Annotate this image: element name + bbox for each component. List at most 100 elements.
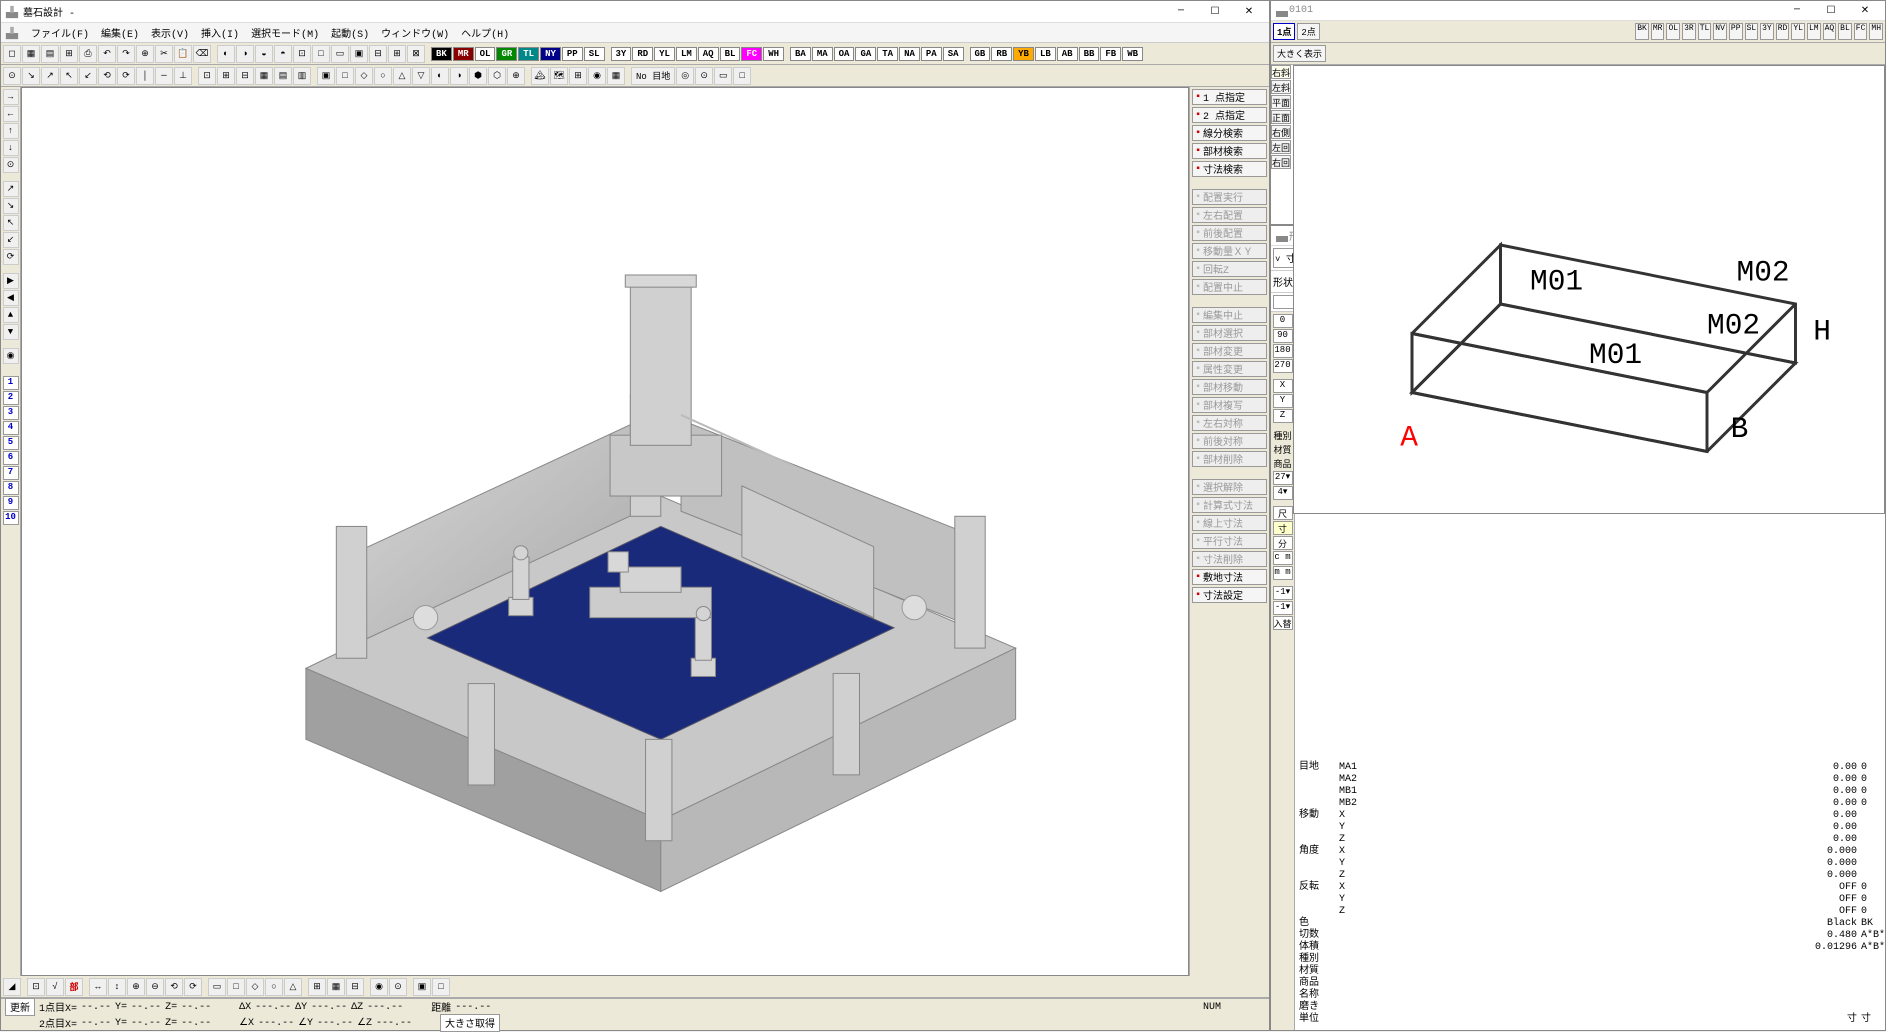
- material-PP[interactable]: PP: [562, 47, 583, 61]
- material-OA[interactable]: OA: [834, 47, 855, 61]
- menu-ヘルプ(H)[interactable]: ヘルプ(H): [455, 23, 515, 43]
- tool-std-6[interactable]: ↷: [117, 45, 135, 63]
- tool-end-3[interactable]: □: [733, 67, 751, 85]
- pmat-BK[interactable]: BK: [1635, 23, 1649, 40]
- pmat-YL[interactable]: YL: [1791, 23, 1805, 40]
- rot-270[interactable]: 270: [1273, 359, 1293, 373]
- ltool-6[interactable]: ↗: [3, 181, 19, 197]
- cmd-線分検索[interactable]: ▪線分検索: [1192, 125, 1267, 141]
- ltool-3[interactable]: ↓: [3, 140, 19, 156]
- menu-表示(V)[interactable]: 表示(V): [145, 23, 195, 43]
- ltool-1[interactable]: ←: [3, 106, 19, 122]
- pmat-MH[interactable]: MH: [1869, 23, 1883, 40]
- tool-misc-2[interactable]: ⊞: [569, 67, 587, 85]
- ltool-4[interactable]: ⊙: [3, 157, 19, 173]
- tool-end-1[interactable]: ⊙: [695, 67, 713, 85]
- btool-10[interactable]: ⟲: [165, 978, 183, 996]
- pmat-RD[interactable]: RD: [1776, 23, 1790, 40]
- btool-23[interactable]: ◉: [370, 978, 388, 996]
- tool-draw-4[interactable]: ↙: [79, 67, 97, 85]
- pmat-SL[interactable]: SL: [1745, 23, 1759, 40]
- cmd-寸法設定[interactable]: ▪寸法設定: [1192, 587, 1267, 603]
- material-NY[interactable]: NY: [540, 47, 561, 61]
- tool-std-2[interactable]: ▤: [41, 45, 59, 63]
- btool-8[interactable]: ⊕: [127, 978, 145, 996]
- tool-std-3[interactable]: ⊞: [60, 45, 78, 63]
- tool-std-9[interactable]: 📋: [174, 45, 192, 63]
- material-RD[interactable]: RD: [632, 47, 653, 61]
- material-GA[interactable]: GA: [855, 47, 876, 61]
- material-BB[interactable]: BB: [1079, 47, 1100, 61]
- tool-std-1[interactable]: ▦: [22, 45, 40, 63]
- material-FB[interactable]: FB: [1100, 47, 1121, 61]
- adj-1[interactable]: -1▾: [1273, 601, 1293, 615]
- btool-24[interactable]: ⊙: [389, 978, 407, 996]
- maximize-button[interactable]: ☐: [1199, 2, 1231, 22]
- ltool-8[interactable]: ↖: [3, 215, 19, 231]
- view-左斜[interactable]: 左斜: [1271, 80, 1291, 94]
- update-button[interactable]: 更新: [5, 998, 35, 1016]
- tool-std-10[interactable]: ⌫: [193, 45, 211, 63]
- layer-7[interactable]: 7: [3, 466, 19, 480]
- btool-19[interactable]: ⊞: [308, 978, 326, 996]
- material-RB[interactable]: RB: [991, 47, 1012, 61]
- menu-選択モード(M)[interactable]: 選択モード(M): [245, 23, 325, 43]
- tool-std-7[interactable]: ⊕: [136, 45, 154, 63]
- rot-90[interactable]: 90: [1273, 329, 1293, 343]
- pmat-BL[interactable]: BL: [1838, 23, 1852, 40]
- cmd-1 点指定[interactable]: ▪1 点指定: [1192, 89, 1267, 105]
- btool-3[interactable]: √: [46, 978, 64, 996]
- layer-1[interactable]: 1: [3, 376, 19, 390]
- cmd-2 点指定[interactable]: ▪2 点指定: [1192, 107, 1267, 123]
- layer-6[interactable]: 6: [3, 451, 19, 465]
- pmat-3R[interactable]: 3R: [1682, 23, 1696, 40]
- layer-4[interactable]: 4: [3, 421, 19, 435]
- tool-end-0[interactable]: ◎: [676, 67, 694, 85]
- cat-27[interactable]: 27▾: [1273, 471, 1293, 485]
- unit-m m[interactable]: m m: [1273, 566, 1293, 580]
- material-LB[interactable]: LB: [1035, 47, 1056, 61]
- tool-shape-1[interactable]: □: [336, 67, 354, 85]
- tool-grid-1[interactable]: ⊞: [217, 67, 235, 85]
- tool-draw-5[interactable]: ⟲: [98, 67, 116, 85]
- unit-尺[interactable]: 尺: [1273, 506, 1293, 520]
- tool-shape-9[interactable]: ⬡: [488, 67, 506, 85]
- material-LM[interactable]: LM: [676, 47, 697, 61]
- material-BK[interactable]: BK: [431, 47, 452, 61]
- material-MA[interactable]: MA: [812, 47, 833, 61]
- menu-ウィンドウ(W)[interactable]: ウィンドウ(W): [375, 23, 455, 43]
- material-WB[interactable]: WB: [1122, 47, 1143, 61]
- btool-9[interactable]: ⊖: [146, 978, 164, 996]
- ltool-9[interactable]: ↙: [3, 232, 19, 248]
- tool-draw-1[interactable]: ↘: [22, 67, 40, 85]
- view-正面[interactable]: 正面: [1271, 110, 1291, 124]
- pmat-FC[interactable]: FC: [1854, 23, 1868, 40]
- tool-std-8[interactable]: ✂: [155, 45, 173, 63]
- tool-draw-7[interactable]: │: [136, 67, 154, 85]
- unit-c m[interactable]: c m: [1273, 551, 1293, 565]
- tool-shape-10[interactable]: ⊕: [507, 67, 525, 85]
- menu-編集(E)[interactable]: 編集(E): [95, 23, 145, 43]
- btool-21[interactable]: ⊟: [346, 978, 364, 996]
- pmat-OL[interactable]: OL: [1666, 23, 1680, 40]
- tool-shape-5[interactable]: ▽: [412, 67, 430, 85]
- tool-grid-0[interactable]: ⊡: [198, 67, 216, 85]
- ltool-2[interactable]: ↑: [3, 123, 19, 139]
- pmat-PP[interactable]: PP: [1729, 23, 1743, 40]
- axis-X[interactable]: X: [1273, 379, 1293, 393]
- material-WH[interactable]: WH: [763, 47, 784, 61]
- layer-8[interactable]: 8: [3, 481, 19, 495]
- material-TL[interactable]: TL: [518, 47, 539, 61]
- preview-3d-view[interactable]: A B H M01 M02 M01 M02: [1293, 65, 1885, 514]
- cmd-部材検索[interactable]: ▪部材検索: [1192, 143, 1267, 159]
- tool-draw-3[interactable]: ↖: [60, 67, 78, 85]
- material-FC[interactable]: FC: [741, 47, 762, 61]
- tool-view-3[interactable]: ◓: [274, 45, 292, 63]
- material-YB[interactable]: YB: [1013, 47, 1034, 61]
- menu-ファイル(F)[interactable]: ファイル(F): [25, 23, 95, 43]
- unit-分[interactable]: 分: [1273, 536, 1293, 550]
- tool-misc-4[interactable]: ▦: [607, 67, 625, 85]
- btool-14[interactable]: □: [227, 978, 245, 996]
- tool-shape-7[interactable]: ◑: [450, 67, 468, 85]
- material-MR[interactable]: MR: [453, 47, 474, 61]
